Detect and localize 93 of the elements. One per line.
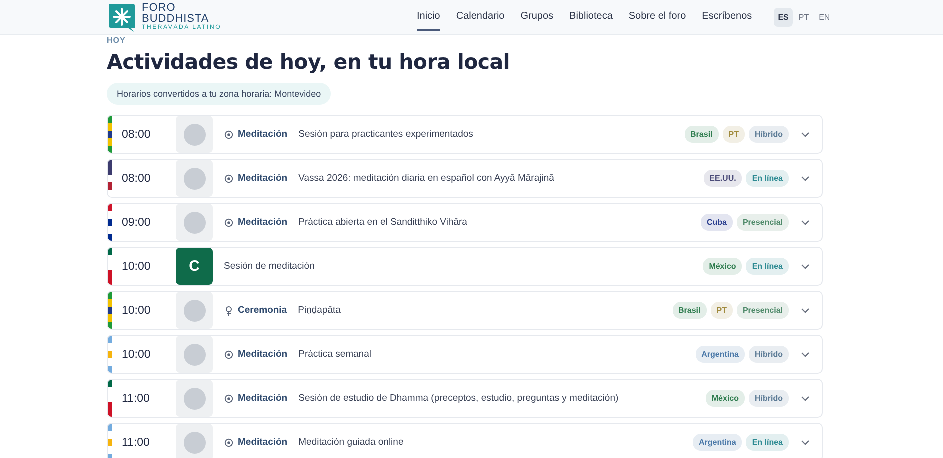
event-time: 10:00 [122,304,152,316]
circle-icon [224,438,234,448]
circle-icon [224,350,234,360]
tag: En línea [746,170,789,187]
timezone-note: Horarios convertidos a tu zona horaria: Montevideo [107,83,332,105]
event-title: Práctica semanal [298,349,372,360]
tag: Presencial [736,302,789,319]
nav-link[interactable]: Inicio [417,4,440,30]
logo-text: BUDDHISTA [142,14,210,25]
event-time: 09:00 [122,216,152,228]
tag: Híbrido [749,390,789,407]
chevron-down-icon [801,220,810,226]
tag: EE.UU. [704,170,742,187]
nav-link[interactable]: Biblioteca [570,4,613,30]
tag: En línea [746,434,789,451]
tag: Brasil [672,302,707,319]
activity-card[interactable]: 08:00 Meditación Sesión para practicantes experimentados Brasil PT Híbrido [107,115,823,154]
language-button[interactable]: PT [794,8,814,26]
chevron-down-icon [801,176,810,182]
activity-card[interactable]: 09:00 Meditación Práctica abierta en el Sanditthiko Vihāra Cuba Presencial [107,203,823,242]
event-time: 11:00 [122,436,151,448]
event-time: 11:00 [122,392,151,404]
tag: Brasil [684,126,719,143]
category-label: Meditación [238,217,288,228]
event-time: 10:00 [122,260,152,272]
tag: Argentina [692,434,742,451]
nav-link[interactable]: Sobre el foro [628,4,686,30]
tag: Cuba [700,214,733,231]
event-title: Piṇḍapāta [298,305,341,316]
category-label: Meditación [238,173,288,184]
tag: Híbrido [749,346,789,363]
category-label: Meditación [238,437,288,448]
chevron-down-icon [801,440,810,446]
tag: México [706,390,745,407]
image-placeholder [176,160,213,197]
activity-card[interactable]: 10:00 C Sesión de meditación México En línea [107,247,823,286]
image-placeholder [176,204,213,241]
event-title: Sesión de meditación [224,261,315,272]
nav-link[interactable]: Escríbenos [702,4,752,30]
event-title: Sesión de estudio de Dhamma (preceptos, estudio, preguntas y meditación) [298,393,619,404]
activity-card[interactable]: 08:00 Meditación Vassa 2026: meditación diaria en español con Ayyā Mārajinā EE.UU. En línea [107,159,823,198]
circle-icon [224,218,234,228]
chevron-down-icon [801,352,810,358]
flag-stripe [108,292,112,329]
flag-stripe [108,336,112,373]
chevron-down-icon [801,396,810,402]
page-title: Actividades de hoy, en tu hora local [107,50,511,74]
flag-stripe [108,380,112,417]
chevron-down-icon [801,308,810,314]
circle-icon [224,130,234,140]
event-time: 08:00 [122,128,152,140]
category-label: Meditación [238,129,288,140]
category-label: Meditación [238,393,288,404]
event-time: 10:00 [122,348,152,360]
language-button[interactable]: EN [815,8,834,26]
chevron-down-icon [801,264,810,270]
tag: Argentina [696,346,745,363]
category-label: Meditación [238,349,288,360]
nav-link[interactable]: Calendario [456,4,505,30]
tag: En línea [746,258,789,275]
tag: PT [710,302,733,319]
tag: Híbrido [749,126,789,143]
tag: México [703,258,742,275]
section-label: HOY [107,36,127,45]
language-button[interactable]: ES [774,8,793,26]
activity-card[interactable]: 11:00 Meditación Meditación guiada online Argentina En línea [107,423,823,458]
category-label: Ceremonia [238,305,288,316]
logo-text: FORO [142,3,177,14]
flag-stripe [108,248,112,285]
flag-stripe [108,160,112,197]
avatar-letter: C [176,248,213,285]
image-placeholder [176,424,213,458]
image-placeholder [176,336,213,373]
event-title: Sesión para practicantes experimentados [298,129,474,140]
activity-card[interactable]: 10:00 Meditación Práctica semanal Argentina Híbrido [107,335,823,374]
event-title: Práctica abierta en el Sanditthiko Vihāra [298,217,468,228]
image-placeholder [176,380,213,417]
chevron-down-icon [801,132,810,138]
event-time: 08:00 [122,172,152,184]
nav-link[interactable]: Grupos [520,4,554,30]
tag: PT [722,126,745,143]
flag-stripe [108,204,112,241]
circle-icon [224,174,234,184]
image-placeholder [176,292,213,329]
flag-stripe [108,116,112,153]
image-placeholder [176,116,213,153]
flag-stripe [108,424,112,458]
tag: Presencial [736,214,789,231]
activity-card[interactable]: 10:00 Ceremonia Piṇḍapāta Brasil PT Presencial [107,291,823,330]
event-title: Meditación guiada online [298,437,404,448]
circle-icon [224,394,234,404]
activity-card[interactable]: 11:00 Meditación Sesión de estudio de Dhamma (preceptos, estudio, preguntas y meditación) México Híbrido [107,379,823,418]
event-title: Vassa 2026: meditación diaria en español con Ayyā Mārajinā [298,173,554,184]
